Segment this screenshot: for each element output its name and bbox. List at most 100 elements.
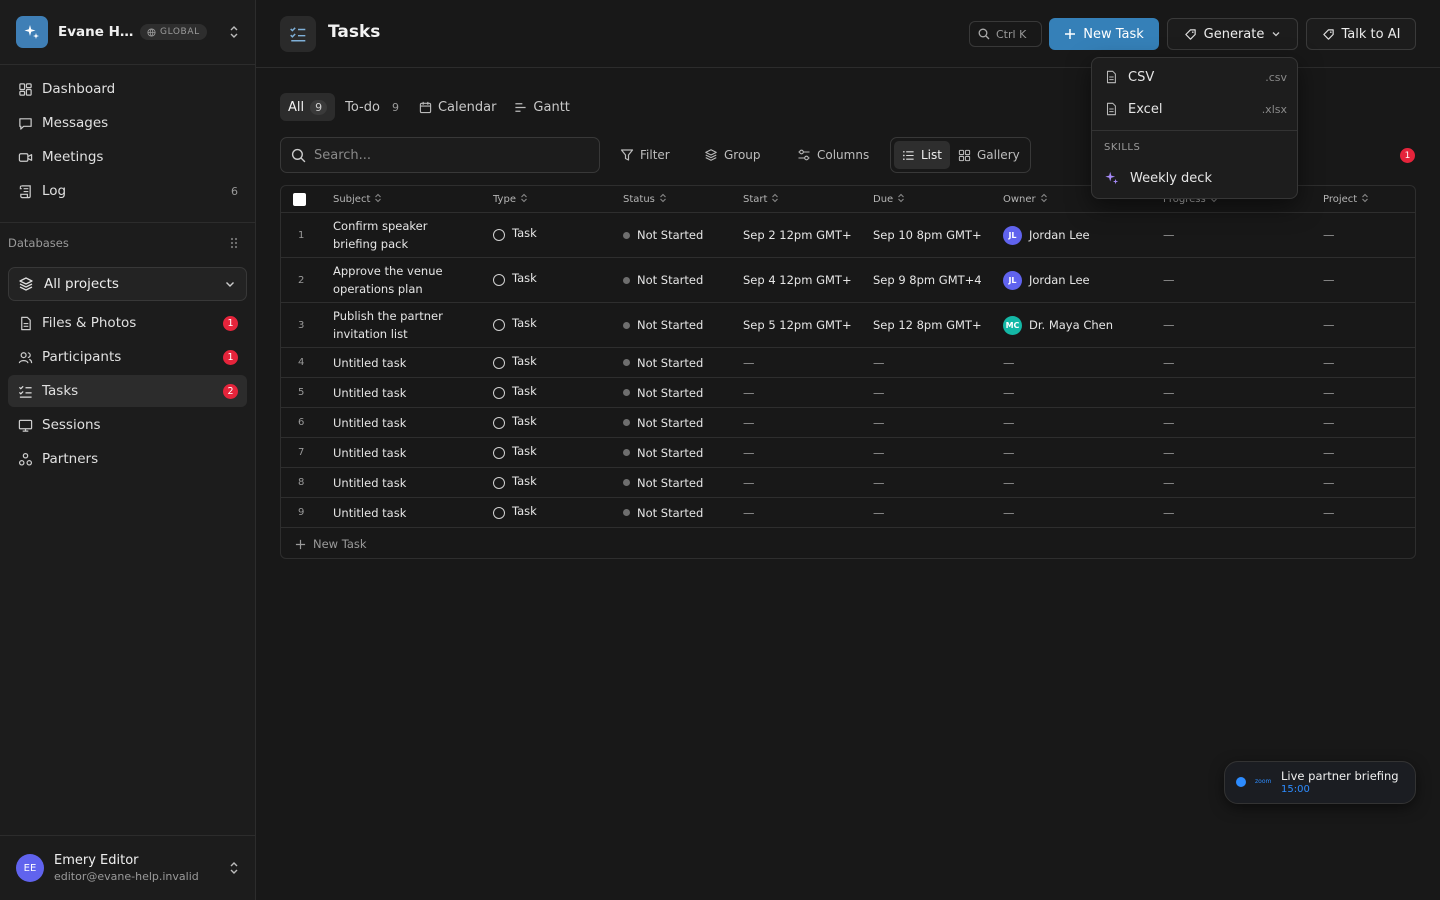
task-progress[interactable]: — bbox=[1163, 348, 1175, 377]
task-subject[interactable]: Untitled task bbox=[333, 378, 463, 407]
list-view-button[interactable]: List bbox=[894, 141, 950, 169]
column-header-due[interactable]: Due bbox=[873, 186, 905, 213]
task-type[interactable]: Task bbox=[493, 213, 537, 257]
task-subject[interactable]: Confirm speaker briefing pack bbox=[333, 213, 463, 257]
task-status[interactable]: Not Started bbox=[623, 408, 703, 437]
menu-item-csv[interactable]: CSV .csv bbox=[1096, 62, 1295, 92]
table-row[interactable]: 5 Untitled task Task Not Started — — — — — bbox=[281, 378, 1415, 408]
generate-button[interactable]: Generate bbox=[1167, 18, 1298, 50]
column-header-owner[interactable]: Owner bbox=[1003, 186, 1048, 213]
task-due[interactable]: Sep 10 8pm GMT+4 bbox=[873, 213, 981, 257]
table-row[interactable]: 8 Untitled task Task Not Started — — — — — bbox=[281, 468, 1415, 498]
task-project[interactable]: — bbox=[1323, 258, 1335, 302]
task-start[interactable]: — bbox=[743, 348, 851, 377]
live-event-widget[interactable]: zoom Live partner briefing 15:00 bbox=[1224, 761, 1416, 804]
table-row[interactable]: 4 Untitled task Task Not Started — — — — — bbox=[281, 348, 1415, 378]
table-row[interactable]: 7 Untitled task Task Not Started — — — — — bbox=[281, 438, 1415, 468]
task-status[interactable]: Not Started bbox=[623, 258, 703, 302]
workspace-switcher[interactable]: Evane Help Desk GLOBAL bbox=[16, 16, 246, 48]
project-selector[interactable]: All projects bbox=[8, 267, 247, 301]
task-subject[interactable]: Untitled task bbox=[333, 468, 463, 497]
task-due[interactable]: — bbox=[873, 438, 981, 467]
command-search-button[interactable]: Ctrl K bbox=[969, 21, 1042, 47]
add-task-row[interactable]: New Task bbox=[295, 536, 367, 552]
filter-button[interactable]: Filter bbox=[620, 141, 670, 169]
tab-all[interactable]: All 9 bbox=[280, 93, 336, 121]
task-project[interactable]: — bbox=[1323, 378, 1335, 407]
nav-sessions[interactable]: Sessions bbox=[8, 409, 247, 441]
task-subject[interactable]: Untitled task bbox=[333, 348, 463, 377]
column-header-start[interactable]: Start bbox=[743, 186, 779, 213]
task-project[interactable]: — bbox=[1323, 468, 1335, 497]
nav-partners[interactable]: Partners bbox=[8, 443, 247, 475]
task-project[interactable]: — bbox=[1323, 303, 1335, 347]
menu-item-weekly-deck[interactable]: Weekly deck bbox=[1096, 163, 1295, 193]
task-start[interactable]: Sep 4 12pm GMT+4 bbox=[743, 258, 851, 302]
column-header-project[interactable]: Project bbox=[1323, 186, 1369, 213]
task-start[interactable]: — bbox=[743, 378, 851, 407]
new-task-button[interactable]: New Task bbox=[1049, 18, 1159, 50]
task-progress[interactable]: — bbox=[1163, 468, 1175, 497]
user-account-menu[interactable]: EE Emery Editor editor@evane-help.invali… bbox=[16, 846, 246, 890]
task-progress[interactable]: — bbox=[1163, 498, 1175, 527]
task-status[interactable]: Not Started bbox=[623, 378, 703, 407]
column-header-status[interactable]: Status bbox=[623, 186, 667, 213]
table-row[interactable]: 9 Untitled task Task Not Started — — — — — bbox=[281, 498, 1415, 528]
task-owner[interactable]: — bbox=[1003, 498, 1015, 527]
nav-dashboard[interactable]: Dashboard bbox=[8, 73, 247, 105]
tab-calendar[interactable]: Calendar bbox=[411, 93, 504, 121]
notification-badge[interactable]: 1 bbox=[1400, 148, 1415, 163]
task-due[interactable]: — bbox=[873, 408, 981, 437]
task-status[interactable]: Not Started bbox=[623, 468, 703, 497]
task-start[interactable]: Sep 2 12pm GMT+4 bbox=[743, 213, 851, 257]
table-row[interactable]: 1 Confirm speaker briefing pack Task Not St… bbox=[281, 213, 1415, 258]
task-owner[interactable]: MC Dr. Maya Chen bbox=[1003, 303, 1113, 347]
nav-messages[interactable]: Messages bbox=[8, 107, 247, 139]
table-row[interactable]: 2 Approve the venue operations plan Task No… bbox=[281, 258, 1415, 303]
task-status[interactable]: Not Started bbox=[623, 438, 703, 467]
tab-gantt[interactable]: Gantt bbox=[506, 93, 577, 121]
task-owner[interactable]: JL Jordan Lee bbox=[1003, 258, 1090, 302]
task-due[interactable]: Sep 12 8pm GMT+4 bbox=[873, 303, 981, 347]
task-subject[interactable]: Publish the partner invitation list bbox=[333, 303, 463, 347]
task-progress[interactable]: — bbox=[1163, 303, 1175, 347]
task-type[interactable]: Task bbox=[493, 348, 537, 377]
nav-files-photos[interactable]: Files & Photos 1 bbox=[8, 307, 247, 339]
select-all-checkbox[interactable] bbox=[293, 186, 306, 213]
task-owner[interactable]: — bbox=[1003, 408, 1015, 437]
task-progress[interactable]: — bbox=[1163, 213, 1175, 257]
task-project[interactable]: — bbox=[1323, 408, 1335, 437]
task-type[interactable]: Task bbox=[493, 438, 537, 467]
task-subject[interactable]: Untitled task bbox=[333, 438, 463, 467]
task-start[interactable]: — bbox=[743, 498, 851, 527]
task-status[interactable]: Not Started bbox=[623, 348, 703, 377]
task-subject[interactable]: Approve the venue operations plan bbox=[333, 258, 463, 302]
search-input[interactable] bbox=[314, 147, 584, 163]
task-owner[interactable]: JL Jordan Lee bbox=[1003, 213, 1090, 257]
talk-to-ai-button[interactable]: Talk to AI bbox=[1306, 18, 1416, 50]
tab-todo[interactable]: To-do 9 bbox=[337, 93, 407, 121]
table-row[interactable]: 3 Publish the partner invitation list Task… bbox=[281, 303, 1415, 348]
task-due[interactable]: — bbox=[873, 378, 981, 407]
task-project[interactable]: — bbox=[1323, 498, 1335, 527]
nav-meetings[interactable]: Meetings bbox=[8, 141, 247, 173]
task-type[interactable]: Task bbox=[493, 408, 537, 437]
group-button[interactable]: Group bbox=[704, 141, 761, 169]
table-row[interactable]: 6 Untitled task Task Not Started — — — — — bbox=[281, 408, 1415, 438]
column-header-type[interactable]: Type bbox=[493, 186, 528, 213]
task-due[interactable]: — bbox=[873, 348, 981, 377]
task-type[interactable]: Task bbox=[493, 258, 537, 302]
task-project[interactable]: — bbox=[1323, 348, 1335, 377]
task-start[interactable]: Sep 5 12pm GMT+4 bbox=[743, 303, 851, 347]
task-due[interactable]: — bbox=[873, 498, 981, 527]
task-project[interactable]: — bbox=[1323, 213, 1335, 257]
nav-log[interactable]: Log 6 bbox=[8, 175, 247, 207]
menu-item-excel[interactable]: Excel .xlsx bbox=[1096, 94, 1295, 124]
task-start[interactable]: — bbox=[743, 408, 851, 437]
task-owner[interactable]: — bbox=[1003, 438, 1015, 467]
nav-tasks[interactable]: Tasks 2 bbox=[8, 375, 247, 407]
task-owner[interactable]: — bbox=[1003, 378, 1015, 407]
task-subject[interactable]: Untitled task bbox=[333, 408, 463, 437]
nav-participants[interactable]: Participants 1 bbox=[8, 341, 247, 373]
task-progress[interactable]: — bbox=[1163, 258, 1175, 302]
